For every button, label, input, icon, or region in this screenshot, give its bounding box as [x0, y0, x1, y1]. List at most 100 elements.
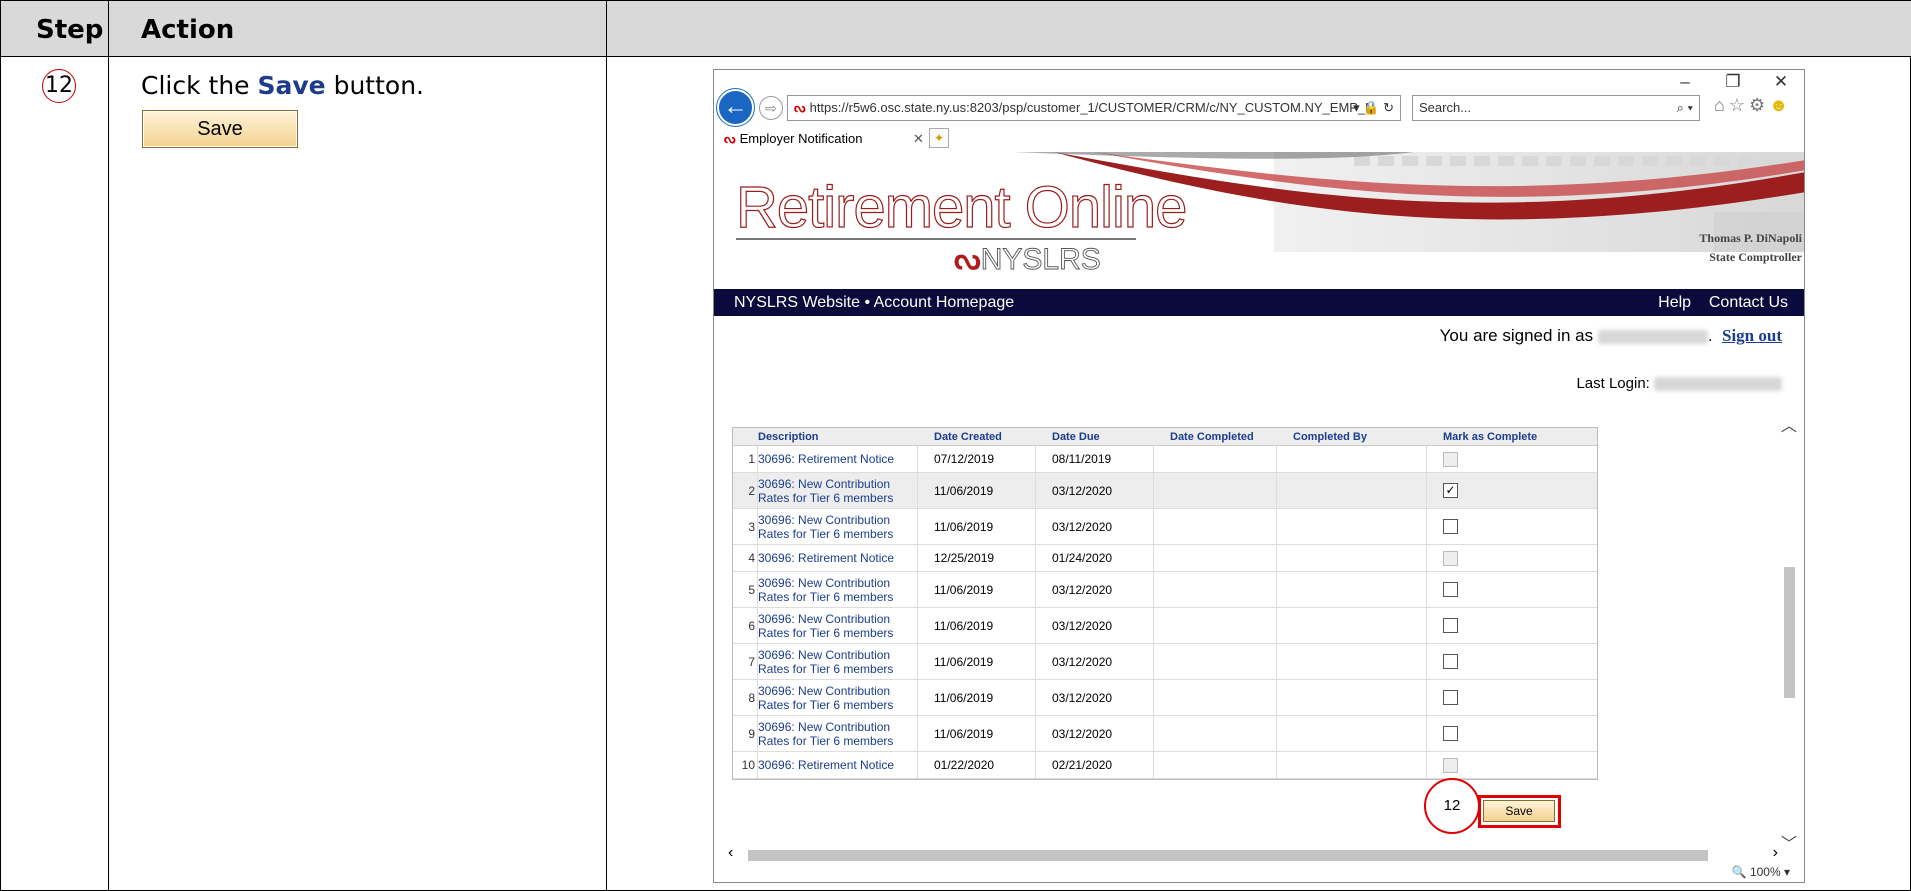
- close-window-icon[interactable]: ✕: [1766, 72, 1796, 92]
- nav-help[interactable]: Help: [1658, 294, 1691, 311]
- nav-account-homepage[interactable]: Account Homepage: [874, 294, 1015, 311]
- retirement-online-logo: Retirement Online: [735, 174, 1188, 240]
- table-row: 4 30696: Retirement Notice 12/25/2019 01/24…: [733, 545, 1597, 572]
- col-mark-complete[interactable]: Mark as Complete: [1443, 428, 1537, 446]
- cell-divider: [1426, 716, 1427, 751]
- top-nav-bar: NYSLRS Website • Account Homepage Help C…: [714, 289, 1804, 316]
- table-row: 5 30696: New Contribution Rates for Tier …: [733, 572, 1597, 608]
- nav-contact-us[interactable]: Contact Us: [1709, 294, 1788, 311]
- address-bar[interactable]: ᔓ https://r5w6.osc.state.ny.us:8203/psp/c…: [787, 95, 1401, 121]
- feedback-smiley-icon[interactable]: ☻: [1769, 95, 1792, 115]
- cell-divider: [1426, 545, 1427, 571]
- close-tab-icon[interactable]: ✕: [913, 127, 924, 151]
- browser-tab[interactable]: ᔓ Employer Notification ✕: [720, 127, 953, 151]
- scroll-up-icon[interactable]: ︿: [1780, 412, 1798, 436]
- notification-link[interactable]: 30696: New Contribution Rates for Tier 6…: [758, 644, 916, 679]
- step-instruction: Click the Save button.: [141, 71, 424, 100]
- col-date-completed[interactable]: Date Completed: [1170, 428, 1254, 446]
- row-number: 4: [748, 551, 755, 565]
- notification-link[interactable]: 30696: Retirement Notice: [758, 446, 916, 472]
- cell-divider: [1276, 752, 1277, 778]
- date-due: 03/12/2020: [1052, 654, 1113, 669]
- notification-grid: Description Date Created Date Due Date C…: [732, 427, 1598, 780]
- col-completed-by[interactable]: Completed By: [1293, 428, 1367, 446]
- restore-icon[interactable]: ❐: [1718, 72, 1748, 92]
- nav-nyslrs-website[interactable]: NYSLRS Website: [734, 294, 860, 311]
- notification-link[interactable]: 30696: Retirement Notice: [758, 752, 916, 778]
- cell-divider: [1153, 473, 1154, 508]
- notification-link[interactable]: 30696: Retirement Notice: [758, 545, 916, 571]
- signed-in-label: You are signed in as: [1439, 326, 1594, 345]
- zoom-level[interactable]: 🔍 100% ▾: [1732, 865, 1790, 879]
- mark-complete-cell: [1443, 716, 1458, 751]
- notification-link[interactable]: 30696: New Contribution Rates for Tier 6…: [758, 572, 916, 607]
- row-number: 7: [748, 654, 755, 669]
- browser-window: – ❐ ✕ ← ⇨ ᔓ https://r5w6.osc.state.ny.us:…: [713, 69, 1805, 883]
- date-created: 11/06/2019: [934, 726, 994, 741]
- cell-divider: [1426, 644, 1427, 679]
- home-icon[interactable]: ⌂: [1714, 95, 1729, 115]
- mark-complete-checkbox[interactable]: [1443, 654, 1458, 669]
- mark-complete-cell: [1443, 608, 1458, 643]
- instruction-save-button-image: Save: [142, 110, 298, 148]
- horizontal-scroll-thumb[interactable]: [748, 850, 1708, 861]
- tab-title: Employer Notification: [739, 131, 863, 146]
- cell-divider: [1035, 716, 1036, 751]
- scroll-thumb[interactable]: [1784, 567, 1795, 698]
- cell-divider: [1035, 446, 1036, 472]
- date-created: 11/06/2019: [934, 618, 994, 633]
- scroll-right-icon[interactable]: ›: [1773, 844, 1778, 862]
- mark-complete-checkbox[interactable]: [1443, 582, 1458, 597]
- mark-complete-checkbox[interactable]: [1443, 690, 1458, 705]
- cell-divider: [1426, 608, 1427, 643]
- instruction-prefix: Click the: [141, 71, 258, 100]
- date-created: 11/06/2019: [934, 582, 994, 597]
- step-number: 12: [42, 69, 76, 103]
- mark-complete-checkbox: [1443, 451, 1458, 467]
- back-arrow-icon[interactable]: ←: [717, 89, 754, 126]
- cell-divider: [917, 752, 918, 778]
- cell-divider: [1035, 509, 1036, 544]
- mark-complete-checkbox[interactable]: [1443, 519, 1458, 534]
- mark-complete-checkbox[interactable]: ✓: [1443, 483, 1458, 498]
- date-due: 03/12/2020: [1052, 690, 1113, 705]
- new-tab-icon[interactable]: ✦: [929, 128, 949, 148]
- table-row: 3 30696: New Contribution Rates for Tier …: [733, 509, 1597, 545]
- minimize-icon[interactable]: –: [1670, 72, 1700, 92]
- sign-out-link[interactable]: Sign out: [1722, 326, 1782, 345]
- save-button[interactable]: Save: [1483, 800, 1555, 822]
- col-description[interactable]: Description: [758, 428, 819, 446]
- horizontal-scrollbar[interactable]: ‹ ›: [728, 844, 1792, 864]
- notification-link[interactable]: 30696: New Contribution Rates for Tier 6…: [758, 680, 916, 715]
- site-favicon-icon: ᔓ: [794, 100, 806, 115]
- forward-arrow-icon[interactable]: ⇨: [759, 96, 783, 120]
- mark-complete-checkbox[interactable]: [1443, 618, 1458, 633]
- notification-link[interactable]: 30696: New Contribution Rates for Tier 6…: [758, 509, 916, 544]
- search-icon[interactable]: ⌕ ▾: [1677, 96, 1693, 120]
- cell-divider: [917, 473, 918, 508]
- search-input[interactable]: Search... ⌕ ▾: [1412, 95, 1700, 121]
- cell-divider: [1035, 572, 1036, 607]
- nyslrs-logo: ᔓNYSLRS: [954, 242, 1101, 277]
- notification-link[interactable]: 30696: New Contribution Rates for Tier 6…: [758, 608, 916, 643]
- table-row: 1 30696: Retirement Notice 07/12/2019 08/11…: [733, 446, 1597, 473]
- date-created: 12/25/2019: [934, 551, 995, 565]
- cell-divider: [1035, 545, 1036, 571]
- row-number: 10: [741, 758, 755, 772]
- col-date-due[interactable]: Date Due: [1052, 428, 1100, 446]
- date-due: 03/12/2020: [1052, 582, 1113, 597]
- row-number: 2: [748, 483, 755, 498]
- notification-link[interactable]: 30696: New Contribution Rates for Tier 6…: [758, 473, 916, 508]
- vertical-scrollbar[interactable]: ︿ ﹀: [1780, 410, 1798, 880]
- address-actions[interactable]: ▾ 🔒 ↻: [1353, 96, 1394, 120]
- notification-link[interactable]: 30696: New Contribution Rates for Tier 6…: [758, 716, 916, 751]
- grid-header-row: Description Date Created Date Due Date C…: [733, 428, 1597, 446]
- settings-gear-icon[interactable]: ⚙: [1749, 95, 1769, 115]
- date-created: 11/06/2019: [934, 690, 994, 705]
- row-number: 6: [748, 618, 755, 633]
- mark-complete-checkbox[interactable]: [1443, 726, 1458, 741]
- scroll-left-icon[interactable]: ‹: [728, 844, 733, 862]
- table-row: 8 30696: New Contribution Rates for Tier …: [733, 680, 1597, 716]
- col-date-created[interactable]: Date Created: [934, 428, 1002, 446]
- favorites-star-icon[interactable]: ☆: [1729, 95, 1749, 115]
